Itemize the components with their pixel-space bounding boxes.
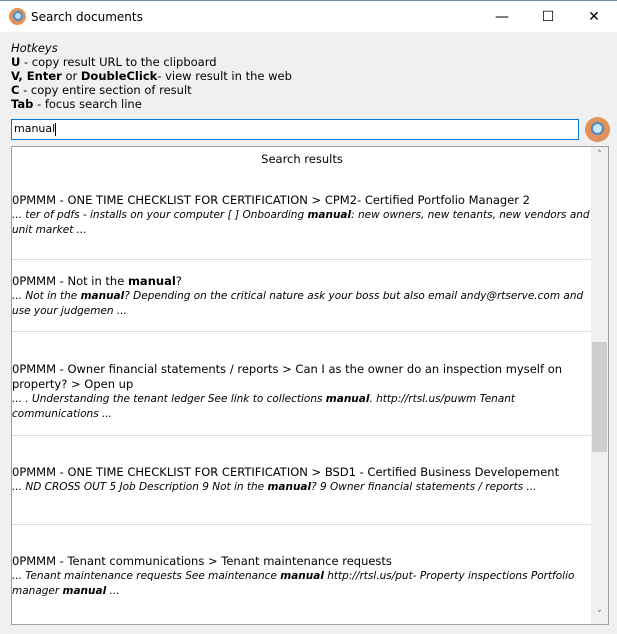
text-segment: 0PMMM - ONE TIME CHECKLIST FOR CERTIFICA… bbox=[12, 465, 560, 479]
hotkey-line: U - copy result URL to the clipboard bbox=[11, 55, 292, 69]
result-title: 0PMMM - ONE TIME CHECKLIST FOR CERTIFICA… bbox=[12, 193, 592, 208]
highlighted-text: manual bbox=[80, 290, 125, 302]
text-segment: 0PMMM - Not in the bbox=[12, 274, 128, 288]
text-segment: ... ND CROSS OUT 5 Job Description 9 Not… bbox=[12, 481, 268, 493]
text-segment: ? bbox=[175, 274, 182, 288]
search-results-list[interactable]: Search results 0PMMM - ONE TIME CHECKLIS… bbox=[11, 146, 609, 625]
text-segment: ... ter of pdfs - installs on your compu… bbox=[12, 209, 308, 221]
highlighted-text: manual bbox=[62, 585, 107, 597]
window-title: Search documents bbox=[31, 10, 143, 24]
text-caret bbox=[55, 122, 57, 136]
result-snippet: ... . Understanding the tenant ledger Se… bbox=[12, 392, 592, 422]
highlighted-text: manual bbox=[325, 393, 370, 405]
title-bar: Search documents — ☐ ✕ bbox=[0, 0, 617, 32]
highlighted-text: V, Enter bbox=[11, 69, 62, 83]
text-segment: ? 9 Owner financial statements / reports… bbox=[311, 481, 537, 493]
magnifier-icon bbox=[9, 8, 26, 25]
highlighted-text: DoubleClick bbox=[80, 69, 158, 83]
scrollbar-thumb[interactable] bbox=[592, 342, 607, 452]
text-segment: - view result in the web bbox=[157, 69, 292, 83]
results-header: Search results bbox=[261, 152, 343, 166]
text-segment: 0PMMM - Tenant communications > Tenant m… bbox=[12, 554, 392, 568]
search-input[interactable]: manual bbox=[11, 119, 579, 140]
result-snippet: ... ter of pdfs - installs on your compu… bbox=[12, 208, 592, 238]
highlighted-text: manual bbox=[127, 274, 176, 288]
result-title: 0PMMM - Not in the manual? bbox=[12, 274, 592, 289]
highlighted-text: manual bbox=[307, 209, 352, 221]
highlighted-text: Tab bbox=[11, 97, 34, 111]
text-segment: - copy entire section of result bbox=[19, 83, 192, 97]
result-item[interactable]: 0PMMM - Tenant communications > Tenant m… bbox=[12, 525, 592, 624]
text-segment: or bbox=[61, 69, 81, 83]
highlighted-text: U bbox=[11, 55, 21, 69]
result-item[interactable]: 0PMMM - Owner financial statements / rep… bbox=[12, 332, 592, 436]
highlighted-text: manual bbox=[280, 570, 324, 582]
result-title: 0PMMM - ONE TIME CHECKLIST FOR CERTIFICA… bbox=[12, 465, 592, 480]
result-snippet: ... Not in the manual? Depending on the … bbox=[12, 289, 592, 319]
result-item[interactable]: 0PMMM - Not in the manual?... Not in the… bbox=[12, 260, 592, 332]
minimize-button[interactable]: — bbox=[479, 1, 525, 33]
text-segment: - copy result URL to the clipboard bbox=[20, 55, 217, 69]
scroll-up-arrow-icon[interactable]: ˄ bbox=[591, 147, 608, 164]
result-snippet: ... ND CROSS OUT 5 Job Description 9 Not… bbox=[12, 480, 592, 495]
highlighted-text: manual bbox=[267, 481, 312, 493]
maximize-button[interactable]: ☐ bbox=[525, 1, 571, 33]
text-segment: 0PMMM - Owner financial statements / rep… bbox=[12, 362, 563, 391]
scrollbar[interactable]: ˄ ˅ bbox=[591, 147, 608, 624]
close-button[interactable]: ✕ bbox=[571, 1, 617, 33]
hotkey-line: V, Enter or DoubleClick- view result in … bbox=[11, 69, 292, 83]
result-item[interactable]: 0PMMM - ONE TIME CHECKLIST FOR CERTIFICA… bbox=[12, 436, 592, 525]
hotkeys-heading: Hotkeys bbox=[11, 41, 58, 55]
result-item[interactable]: 0PMMM - ONE TIME CHECKLIST FOR CERTIFICA… bbox=[12, 172, 592, 260]
scroll-down-arrow-icon[interactable]: ˅ bbox=[591, 607, 608, 624]
text-segment: ... bbox=[106, 585, 120, 597]
hotkeys-help: Hotkeys U - copy result URL to the clipb… bbox=[11, 41, 292, 111]
result-title: 0PMMM - Tenant communications > Tenant m… bbox=[12, 554, 592, 569]
text-segment: ... Tenant maintenance requests See main… bbox=[12, 570, 281, 582]
text-segment: ... Not in the bbox=[12, 290, 81, 302]
search-value: manual bbox=[14, 122, 56, 135]
result-snippet: ... Tenant maintenance requests See main… bbox=[12, 569, 592, 599]
text-segment: 0PMMM - ONE TIME CHECKLIST FOR CERTIFICA… bbox=[12, 193, 530, 207]
search-button[interactable] bbox=[585, 117, 610, 142]
result-title: 0PMMM - Owner financial statements / rep… bbox=[12, 362, 592, 392]
hotkey-line: C - copy entire section of result bbox=[11, 83, 292, 97]
text-segment: ... . Understanding the tenant ledger Se… bbox=[12, 393, 326, 405]
hotkey-line: Tab - focus search line bbox=[11, 97, 292, 111]
text-segment: - focus search line bbox=[33, 97, 142, 111]
